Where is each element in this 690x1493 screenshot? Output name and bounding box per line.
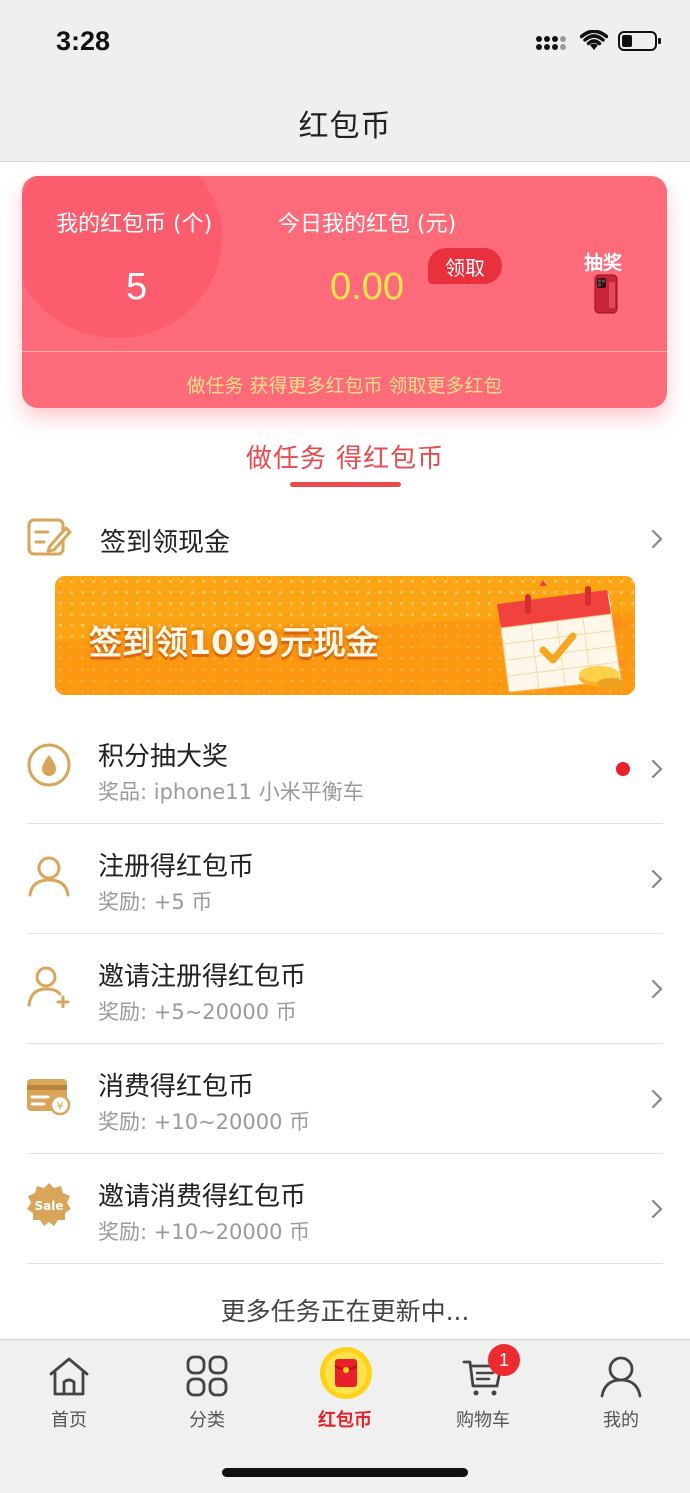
today-redpacket-label: 今日我的红包 (元) — [278, 212, 457, 237]
status-icons — [536, 30, 662, 52]
status-bar: 3:28 — [0, 0, 690, 84]
chevron-right-icon — [651, 869, 663, 889]
card-divider — [22, 351, 667, 352]
signin-label: 签到领现金 — [100, 528, 231, 558]
iphone-prize-icon[interactable] — [587, 272, 625, 316]
row-divider — [27, 1263, 663, 1264]
checkin-edit-icon — [27, 518, 72, 556]
chevron-right-icon — [651, 1199, 663, 1219]
chevron-right-icon — [651, 759, 663, 779]
battery-icon — [618, 31, 661, 51]
tab-category[interactable]: 分类 — [138, 1340, 276, 1440]
tab-label: 购物车 — [456, 1410, 510, 1431]
task-title: 注册得红包币 — [98, 852, 255, 882]
card-tip-text: 做任务 获得更多红包币 领取更多红包 — [186, 375, 503, 397]
task-subtitle: 奖励: +5~20000 币 — [98, 1000, 297, 1024]
category-icon — [186, 1355, 228, 1397]
my-coins-label: 我的红包币 (个) — [56, 212, 213, 237]
task-subtitle: 奖励: +10~20000 币 — [98, 1110, 311, 1134]
tab-label: 分类 — [189, 1410, 225, 1431]
task-title: 邀请注册得红包币 — [98, 962, 307, 992]
status-time: 3:28 — [56, 26, 111, 56]
task-title: 消费得红包币 — [98, 1072, 255, 1102]
task-row-register[interactable]: 注册得红包币 奖励: +5 币 — [0, 824, 690, 934]
task-row-lottery[interactable]: 积分抽大奖 奖品: iphone11 小米平衡车 — [0, 714, 690, 824]
tab-profile[interactable]: 我的 — [552, 1340, 690, 1440]
invite-user-icon — [27, 966, 70, 1008]
user-icon — [28, 856, 70, 897]
payment-card-icon: ¥ — [27, 1079, 71, 1116]
nav-bar: 红包币 — [0, 84, 690, 162]
chevron-right-icon — [651, 979, 663, 999]
task-subtitle: 奖励: +5 币 — [98, 890, 213, 914]
banner-text: 签到领1099元现金 — [89, 623, 379, 662]
card-decor-circle — [22, 176, 222, 338]
claim-button[interactable]: 领取 — [428, 248, 502, 284]
tab-home[interactable]: 首页 — [0, 1340, 138, 1440]
home-icon — [49, 1357, 89, 1396]
unread-dot — [616, 762, 630, 776]
red-envelope-icon — [320, 1347, 372, 1399]
lottery-label[interactable]: 抽奖 — [584, 248, 622, 275]
coin-summary-card: 我的红包币 (个) 今日我的红包 (元) 5 0.00 领取 抽奖 做任务 获得… — [22, 176, 667, 408]
more-tasks-text: 更多任务正在更新中... — [220, 1297, 470, 1326]
signin-row[interactable]: 签到领现金 — [0, 506, 690, 572]
home-indicator — [222, 1468, 468, 1477]
task-subtitle: 奖励: +10~20000 币 — [98, 1220, 311, 1244]
tab-label: 我的 — [603, 1410, 639, 1431]
tab-redcoin[interactable]: 红包币 — [276, 1340, 414, 1440]
chevron-right-icon — [651, 529, 663, 549]
page-title: 红包币 — [298, 108, 392, 144]
my-coins-value: 5 — [126, 266, 148, 308]
task-row-invite-purchase[interactable]: Sale 邀请消费得红包币 奖励: +10~20000 币 — [0, 1154, 690, 1264]
task-row-invite-register[interactable]: 邀请注册得红包币 奖励: +5~20000 币 — [0, 934, 690, 1044]
svg-text:Sale: Sale — [35, 1199, 64, 1213]
chevron-right-icon — [651, 1089, 663, 1109]
cart-badge: 1 — [488, 1344, 520, 1376]
task-section-title: 做任务 得红包币 — [245, 444, 445, 474]
section-underline — [290, 482, 401, 487]
tab-label: 红包币 — [318, 1410, 372, 1431]
task-title: 邀请消费得红包币 — [98, 1182, 307, 1212]
signin-banner[interactable]: 签到领1099元现金 — [55, 576, 635, 695]
svg-text:¥: ¥ — [57, 1100, 64, 1113]
signal-icon — [536, 36, 566, 50]
today-redpacket-value: 0.00 — [330, 266, 404, 308]
tab-cart[interactable]: 1 购物车 — [414, 1340, 552, 1440]
task-row-purchase[interactable]: ¥ 消费得红包币 奖励: +10~20000 币 — [0, 1044, 690, 1154]
task-subtitle: 奖品: iphone11 小米平衡车 — [98, 780, 364, 804]
task-title: 积分抽大奖 — [98, 742, 229, 772]
profile-icon — [600, 1356, 642, 1398]
lottery-drop-icon — [27, 743, 71, 787]
wifi-icon — [580, 30, 608, 50]
sale-badge-icon: Sale — [27, 1183, 71, 1226]
tab-label: 首页 — [51, 1410, 87, 1431]
calendar-check-icon — [497, 580, 627, 692]
